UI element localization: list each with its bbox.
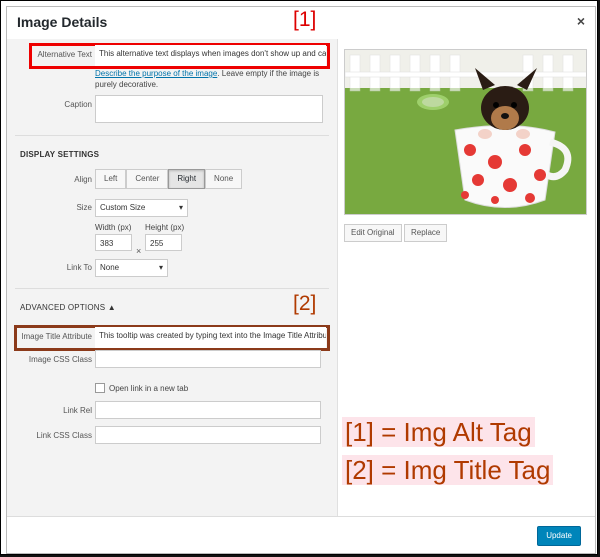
legend-alt: [1] = Img Alt Tag xyxy=(342,417,535,448)
align-right-button[interactable]: Right xyxy=(168,169,206,189)
annotation-1: [1] xyxy=(293,8,317,31)
alt-text-input[interactable]: This alternative text displays when imag… xyxy=(95,45,326,66)
size-label: Size xyxy=(76,203,92,212)
height-label: Height (px) xyxy=(145,223,185,232)
chevron-down-icon: ▾ xyxy=(178,203,183,212)
legend-title: [2] = Img Title Tag xyxy=(342,455,554,486)
align-label: Align xyxy=(74,175,92,184)
display-settings-heading: DISPLAY SETTINGS xyxy=(20,150,100,159)
advanced-options-label: ADVANCED OPTIONS xyxy=(20,303,106,312)
link-to-select-value: None xyxy=(100,263,120,272)
puppy-in-cup-image xyxy=(345,50,586,214)
link-to-label: Link To xyxy=(66,263,92,272)
alt-help-line2: purely decorative. xyxy=(95,80,159,89)
modal-title: Image Details xyxy=(17,14,108,30)
link-rel-input[interactable] xyxy=(95,401,321,419)
image-details-modal: Image Details × [1] Alternative Text Thi… xyxy=(6,6,596,554)
divider xyxy=(15,288,329,289)
width-input[interactable]: 383 xyxy=(95,234,132,251)
caption-textarea[interactable] xyxy=(95,95,323,123)
open-new-tab-checkbox[interactable] xyxy=(95,383,105,393)
modal-footer: Update xyxy=(7,516,595,553)
close-icon[interactable]: × xyxy=(577,13,585,29)
size-select-value: Custom Size xyxy=(100,203,146,212)
edit-original-button[interactable]: Edit Original xyxy=(344,224,402,242)
link-css-class-input[interactable] xyxy=(95,426,321,444)
width-label: Width (px) xyxy=(95,223,132,232)
size-select[interactable]: Custom Size ▾ xyxy=(95,199,188,217)
times-symbol: × xyxy=(136,246,142,256)
alt-help-text: Describe the purpose of the image. Leave… xyxy=(95,69,319,78)
title-attribute-input[interactable]: This tooltip was created by typing text … xyxy=(95,327,326,348)
legend-title-text: [2] = Img Title Tag xyxy=(342,455,554,485)
legend-alt-text: [1] = Img Alt Tag xyxy=(342,417,535,447)
replace-button[interactable]: Replace xyxy=(404,224,448,242)
align-center-button[interactable]: Center xyxy=(126,169,169,189)
caption-label: Caption xyxy=(64,100,92,109)
divider xyxy=(15,135,329,136)
alt-text-label: Alternative Text xyxy=(37,50,92,59)
open-new-tab-label: Open link in a new tab xyxy=(109,384,189,393)
advanced-options-heading[interactable]: ADVANCED OPTIONS ▲ xyxy=(20,303,116,312)
link-css-class-label: Link CSS Class xyxy=(36,431,92,440)
align-button-group: Left Center Right None xyxy=(95,169,243,189)
title-attribute-label: Image Title Attribute xyxy=(21,332,92,341)
link-rel-label: Link Rel xyxy=(63,406,92,415)
image-css-class-label: Image CSS Class xyxy=(28,355,92,364)
link-to-select[interactable]: None ▾ xyxy=(95,259,168,277)
align-none-button[interactable]: None xyxy=(205,169,243,189)
image-css-class-input[interactable] xyxy=(95,350,321,368)
image-preview xyxy=(344,49,587,215)
chevron-down-icon: ▾ xyxy=(158,263,163,272)
describe-purpose-link[interactable]: Describe the purpose of the image xyxy=(95,69,217,78)
triangle-up-icon: ▲ xyxy=(107,303,116,312)
align-left-button[interactable]: Left xyxy=(95,169,127,189)
update-button[interactable]: Update xyxy=(537,526,581,546)
alt-help-rest: . Leave empty if the image is xyxy=(217,69,320,78)
screenshot-frame: Image Details × [1] Alternative Text Thi… xyxy=(0,0,598,555)
height-input[interactable]: 255 xyxy=(145,234,182,251)
annotation-2: [2] xyxy=(293,292,317,315)
